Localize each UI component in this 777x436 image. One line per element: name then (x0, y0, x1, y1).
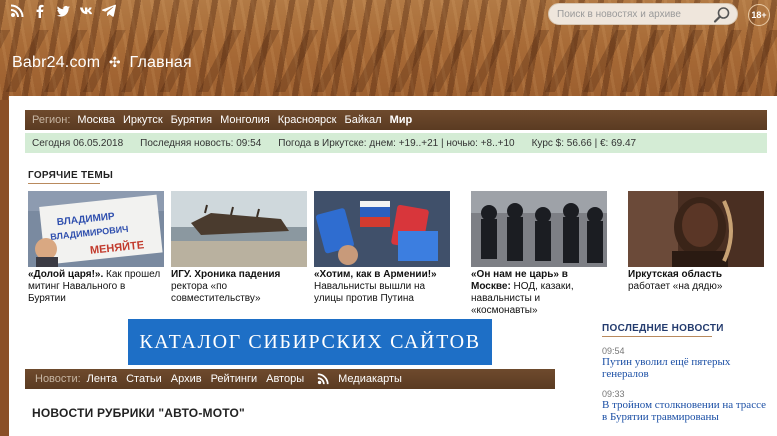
latest-news-item[interactable]: 09:54 Путин уволил ещё пятерых генералов (602, 346, 767, 380)
hot-topic-caption[interactable]: «Хотим, как в Армении!» Навальнисты вышл… (314, 269, 450, 305)
hot-topic-text: ректора «по совместительству» (171, 281, 261, 304)
search-input[interactable] (557, 7, 707, 22)
vk-icon[interactable] (79, 4, 93, 18)
rss-icon[interactable] (317, 373, 329, 385)
latest-news-title: ПОСЛЕДНИЕ НОВОСТИ (602, 323, 724, 337)
page-title: Babr24.com ✣ Главная (12, 54, 192, 72)
twitter-icon[interactable] (56, 4, 70, 18)
separator-icon: ✣ (108, 54, 121, 70)
hot-topic-card[interactable]: Иркутская область работает «на дядю» (628, 191, 764, 293)
news-item-feed[interactable]: Лента (87, 373, 117, 385)
hot-topic-image[interactable] (628, 191, 764, 267)
hot-topic-card[interactable]: ИГУ. Хроника падения ректора «по совмест… (171, 191, 307, 305)
hot-topic-card[interactable]: ВЛАДИМИР ВЛАДИМИРОВИЧ МЕНЯЙТЕ «Долой цар… (28, 191, 164, 305)
weather-info: Погода в Иркутске: днем: +19..+21 | ночь… (278, 137, 515, 149)
hot-topic-text: Навальнисты вышли на улицы против Путина (314, 281, 426, 304)
hot-topic-text: работает «на дядю» (628, 281, 723, 292)
hot-topic-caption[interactable]: «Он нам не царь» в Москве: НОД, казаки, … (471, 269, 607, 317)
hot-topic-headline: Иркутская область (628, 269, 723, 280)
hot-topic-card[interactable]: «Хотим, как в Армении!» Навальнисты вышл… (314, 191, 450, 305)
region-item-moscow[interactable]: Москва (77, 114, 115, 126)
telegram-icon[interactable] (101, 4, 117, 18)
age-rating-badge: 18+ (748, 4, 770, 26)
news-item-articles[interactable]: Статьи (126, 373, 162, 385)
region-item-buryatia[interactable]: Бурятия (171, 114, 212, 126)
catalog-banner[interactable]: КАТАЛОГ СИБИРСКИХ САЙТОВ (128, 319, 492, 365)
news-headline[interactable]: Путин уволил ещё пятерых генералов (602, 356, 767, 380)
hot-topic-image[interactable] (314, 191, 450, 267)
latest-news-item[interactable]: 09:33 В тройном столкновении на трассе в… (602, 389, 767, 423)
today-date: Сегодня 06.05.2018 (32, 137, 124, 149)
hot-topic-caption[interactable]: Иркутская область работает «на дядю» (628, 269, 764, 293)
news-time: 09:33 (602, 389, 625, 399)
search-box (548, 3, 738, 25)
facebook-icon[interactable] (33, 4, 47, 19)
social-links (10, 4, 117, 19)
news-item-archive[interactable]: Архив (171, 373, 202, 385)
region-item-krasnoyarsk[interactable]: Красноярск (278, 114, 337, 126)
region-item-world[interactable]: Мир (390, 114, 413, 126)
page-name: Главная (129, 54, 192, 71)
search-icon[interactable] (713, 6, 731, 24)
hot-topic-card[interactable]: «Он нам не царь» в Москве: НОД, казаки, … (471, 191, 607, 317)
region-item-mongolia[interactable]: Монголия (220, 114, 270, 126)
last-news-time: Последняя новость: 09:54 (140, 137, 262, 149)
hot-topic-headline: «Долой царя!». (28, 269, 104, 280)
currency-rates: Курс $: 56.66 | €: 69.47 (531, 137, 637, 149)
news-item-ratings[interactable]: Рейтинги (211, 373, 258, 385)
news-nav: Новости: Лента Статьи Архив Рейтинги Авт… (25, 369, 555, 389)
hot-topic-image[interactable]: ВЛАДИМИР ВЛАДИМИРОВИЧ МЕНЯЙТЕ (28, 191, 164, 267)
hot-topic-headline: «Хотим, как в Армении!» (314, 269, 437, 280)
hot-topics-title: ГОРЯЧИЕ ТЕМЫ (28, 170, 114, 184)
site-name[interactable]: Babr24.com (12, 54, 100, 71)
region-item-baikal[interactable]: Байкал (344, 114, 381, 126)
info-bar: Сегодня 06.05.2018 Последняя новость: 09… (25, 133, 767, 153)
news-item-authors[interactable]: Авторы (266, 373, 304, 385)
rubric-title: НОВОСТИ РУБРИКИ "АВТО-МОТО" (32, 406, 245, 420)
region-item-irkutsk[interactable]: Иркутск (123, 114, 163, 126)
hot-topic-caption[interactable]: ИГУ. Хроника падения ректора «по совмест… (171, 269, 307, 305)
hot-topic-image[interactable] (471, 191, 607, 267)
news-time: 09:54 (602, 346, 625, 356)
news-headline[interactable]: В тройном столкновении на трассе в Бурят… (602, 399, 767, 423)
rss-icon[interactable] (10, 4, 24, 18)
region-label: Регион: (32, 114, 71, 126)
hot-topic-caption[interactable]: «Долой царя!». Как прошел митинг Навальн… (28, 269, 164, 305)
hot-topic-headline: ИГУ. Хроника падения (171, 269, 281, 280)
news-label: Новости: (35, 373, 81, 385)
hot-topic-image[interactable] (171, 191, 307, 267)
region-nav: Регион: Москва Иркутск Бурятия Монголия … (25, 110, 767, 130)
news-item-mediacards[interactable]: Медиакарты (338, 373, 402, 385)
